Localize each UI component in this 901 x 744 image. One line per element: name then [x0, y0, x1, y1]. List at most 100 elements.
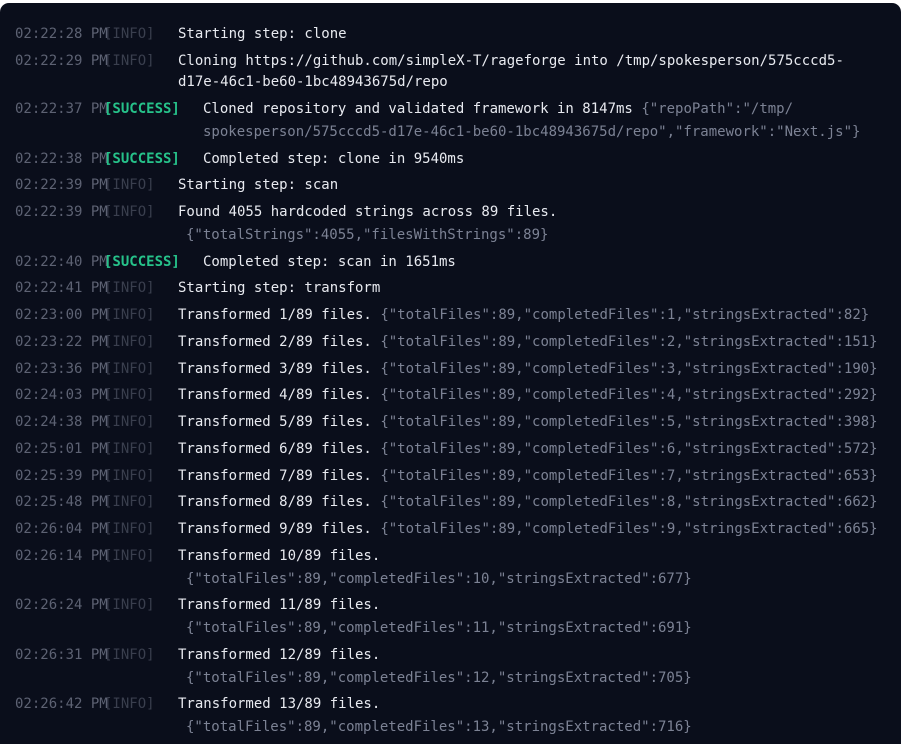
log-message-text: Transformed 4/89 files.	[178, 387, 372, 403]
log-message: Transformed 3/89 files. {"totalFiles":89…	[178, 359, 878, 379]
log-message: Starting step: transform	[178, 280, 381, 296]
log-entry: 02:22:39 PM [INFO] Found 4055 hardcoded …	[0, 202, 901, 222]
log-timestamp: 02:26:14 PM	[15, 548, 108, 564]
log-message-text: Transformed 6/89 files.	[178, 441, 372, 457]
log-timestamp: 02:22:37 PM	[15, 101, 108, 117]
log-timestamp: 02:22:29 PM	[15, 53, 108, 69]
log-timestamp: 02:24:03 PM	[15, 387, 108, 403]
log-entry: 02:22:39 PM [INFO] Starting step: scan	[0, 175, 901, 195]
log-entry: 02:25:48 PM [INFO] Transformed 8/89 file…	[0, 492, 901, 512]
log-level-info: [INFO]	[104, 334, 155, 350]
log-level-info: [INFO]	[104, 494, 155, 510]
log-level-info: [INFO]	[104, 361, 155, 377]
log-message: Transformed 5/89 files. {"totalFiles":89…	[178, 412, 878, 432]
log-message: Starting step: clone	[178, 26, 347, 42]
log-level-info: [INFO]	[104, 647, 155, 663]
log-entry: 02:26:14 PM [INFO] Transformed 10/89 fil…	[0, 546, 901, 566]
log-timestamp: 02:22:28 PM	[15, 26, 108, 42]
log-level-info: [INFO]	[104, 307, 155, 323]
log-level-info: [INFO]	[104, 597, 155, 613]
log-timestamp: 02:23:36 PM	[15, 361, 108, 377]
log-entry: 02:24:03 PM [INFO] Transformed 4/89 file…	[0, 385, 901, 405]
log-timestamp: 02:26:04 PM	[15, 521, 108, 537]
log-message: Cloning https://github.com/simpleX-T/rag…	[178, 53, 844, 69]
log-level-success: [SUCCESS]	[104, 151, 180, 167]
log-message: Completed step: scan in 1651ms	[203, 254, 456, 270]
log-metadata-continuation: {"totalFiles":89,"completedFiles":11,"st…	[186, 620, 692, 636]
log-entry: 02:23:36 PM [INFO] Transformed 3/89 file…	[0, 359, 901, 379]
log-entry: 02:22:41 PM [INFO] Starting step: transf…	[0, 278, 901, 298]
log-metadata: {"totalFiles":89,"completedFiles":3,"str…	[380, 361, 878, 377]
log-metadata: {"totalFiles":89,"completedFiles":4,"str…	[380, 387, 878, 403]
log-metadata: {"totalFiles":89,"completedFiles":5,"str…	[380, 414, 878, 430]
log-message: Transformed 9/89 files. {"totalFiles":89…	[178, 519, 878, 539]
log-level-info: [INFO]	[104, 26, 155, 42]
log-level-info: [INFO]	[104, 177, 155, 193]
log-message: Transformed 2/89 files. {"totalFiles":89…	[178, 332, 878, 352]
log-level-info: [INFO]	[104, 387, 155, 403]
log-metadata-continuation: {"totalStrings":4055,"filesWithStrings":…	[186, 227, 549, 243]
log-level-info: [INFO]	[104, 441, 155, 457]
log-metadata: {"totalFiles":89,"completedFiles":6,"str…	[380, 441, 878, 457]
log-metadata-continuation: {"totalFiles":89,"completedFiles":12,"st…	[186, 670, 692, 686]
log-metadata-continuation: {"totalFiles":89,"completedFiles":10,"st…	[186, 571, 692, 587]
log-metadata: {"totalFiles":89,"completedFiles":7,"str…	[380, 468, 878, 484]
log-timestamp: 02:22:39 PM	[15, 204, 108, 220]
log-message-text: Transformed 5/89 files.	[178, 414, 372, 430]
log-timestamp: 02:25:01 PM	[15, 441, 108, 457]
log-level-info: [INFO]	[104, 696, 155, 712]
log-level-info: [INFO]	[104, 414, 155, 430]
log-message: Transformed 10/89 files.	[178, 548, 381, 564]
log-entry: 02:22:29 PM [INFO] Cloning https://githu…	[0, 51, 901, 71]
log-message-text: Transformed 1/89 files.	[178, 307, 372, 323]
log-message: Transformed 8/89 files. {"totalFiles":89…	[178, 492, 878, 512]
log-timestamp: 02:22:39 PM	[15, 177, 108, 193]
log-level-success: [SUCCESS]	[104, 254, 180, 270]
log-level-info: [INFO]	[104, 280, 155, 296]
log-entry-continuation: {"totalFiles":89,"completedFiles":12,"st…	[0, 668, 901, 688]
log-message: Transformed 4/89 files. {"totalFiles":89…	[178, 385, 878, 405]
log-entry-continuation: {"totalStrings":4055,"filesWithStrings":…	[0, 225, 901, 245]
log-message-continuation: d17e-46c1-be60-1bc48943675d/repo	[178, 74, 448, 90]
log-message: Starting step: scan	[178, 177, 339, 193]
log-timestamp: 02:25:48 PM	[15, 494, 108, 510]
log-entry-continuation: {"totalFiles":89,"completedFiles":10,"st…	[0, 569, 901, 589]
log-level-info: [INFO]	[104, 53, 155, 69]
log-entry-continuation: {"totalFiles":89,"completedFiles":13,"st…	[0, 717, 901, 737]
log-entry: 02:22:28 PM [INFO] Starting step: clone	[0, 24, 901, 44]
log-timestamp: 02:23:22 PM	[15, 334, 108, 350]
log-metadata: {"totalFiles":89,"completedFiles":9,"str…	[380, 521, 878, 537]
log-entry: 02:22:37 PM [SUCCESS] Cloned repository …	[0, 99, 901, 119]
log-level-info: [INFO]	[104, 548, 155, 564]
log-message-text: Cloned repository and validated framewor…	[203, 101, 633, 117]
log-entry: 02:22:40 PM [SUCCESS] Completed step: sc…	[0, 252, 901, 272]
log-timestamp: 02:22:40 PM	[15, 254, 108, 270]
log-timestamp: 02:26:24 PM	[15, 597, 108, 613]
log-level-success: [SUCCESS]	[104, 101, 180, 117]
log-message-text: Transformed 7/89 files.	[178, 468, 372, 484]
log-entry: 02:23:00 PM [INFO] Transformed 1/89 file…	[0, 305, 901, 325]
log-panel[interactable]: 02:22:28 PM [INFO] Starting step: clone …	[0, 3, 901, 744]
log-message-text: Transformed 2/89 files.	[178, 334, 372, 350]
log-entry: 02:26:24 PM [INFO] Transformed 11/89 fil…	[0, 595, 901, 615]
log-message: Found 4055 hardcoded strings across 89 f…	[178, 204, 558, 220]
log-message-text: Transformed 8/89 files.	[178, 494, 372, 510]
log-timestamp: 02:24:38 PM	[15, 414, 108, 430]
log-metadata: {"repoPath":"/tmp/	[641, 101, 794, 117]
log-entry: 02:23:22 PM [INFO] Transformed 2/89 file…	[0, 332, 901, 352]
log-message: Transformed 1/89 files. {"totalFiles":89…	[178, 305, 869, 325]
log-message-text: Transformed 3/89 files.	[178, 361, 372, 377]
log-entry: 02:25:01 PM [INFO] Transformed 6/89 file…	[0, 439, 901, 459]
log-timestamp: 02:26:31 PM	[15, 647, 108, 663]
log-message: Transformed 7/89 files. {"totalFiles":89…	[178, 466, 878, 486]
log-timestamp: 02:22:41 PM	[15, 280, 108, 296]
log-metadata: {"totalFiles":89,"completedFiles":8,"str…	[380, 494, 878, 510]
log-entry-continuation: {"totalFiles":89,"completedFiles":11,"st…	[0, 618, 901, 638]
log-metadata-continuation: {"totalFiles":89,"completedFiles":13,"st…	[186, 719, 692, 735]
log-entry: 02:24:38 PM [INFO] Transformed 5/89 file…	[0, 412, 901, 432]
log-timestamp: 02:22:38 PM	[15, 151, 108, 167]
log-entry: 02:26:31 PM [INFO] Transformed 12/89 fil…	[0, 645, 901, 665]
log-message: Completed step: clone in 9540ms	[203, 151, 465, 167]
log-metadata: {"totalFiles":89,"completedFiles":1,"str…	[380, 307, 870, 323]
log-level-info: [INFO]	[104, 521, 155, 537]
